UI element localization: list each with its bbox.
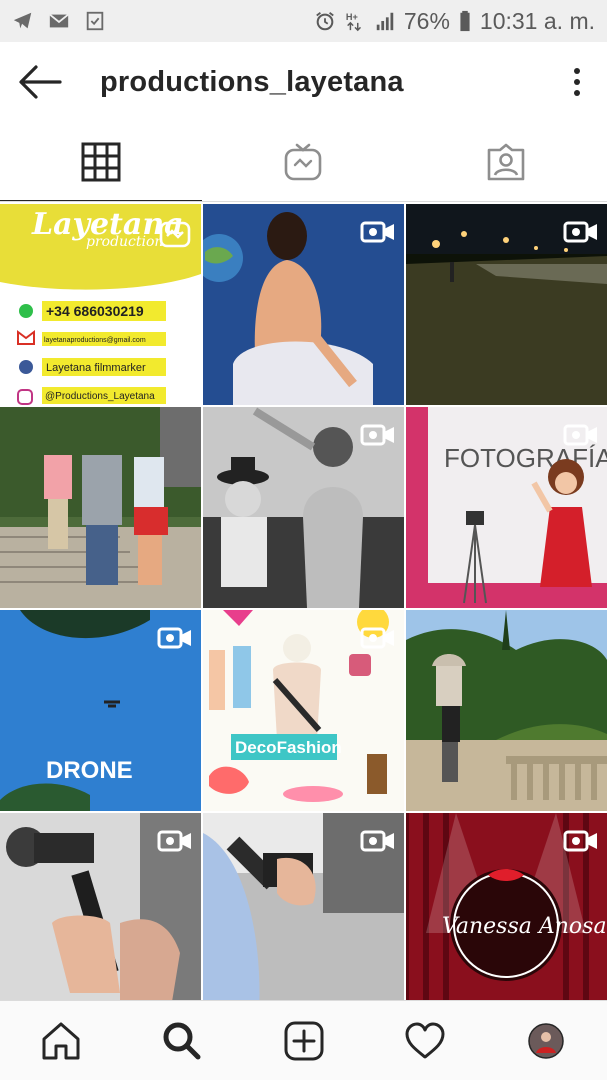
post-thumbnail-12[interactable]: Vanessa Anosa — [406, 813, 607, 1014]
tab-tagged[interactable] — [405, 122, 607, 202]
video-camera-icon — [157, 830, 191, 852]
nav-home[interactable] — [0, 1019, 121, 1063]
nav-profile[interactable] — [486, 1022, 607, 1059]
search-icon — [163, 1022, 201, 1059]
people-walking-image — [0, 407, 201, 608]
add-post-icon — [284, 1021, 324, 1060]
video-camera-icon — [563, 830, 597, 852]
back-arrow-icon — [19, 65, 62, 99]
video-camera-icon — [360, 221, 394, 243]
home-icon — [42, 1022, 80, 1059]
video-camera-icon — [360, 830, 394, 852]
curtain-logo-text: Vanessa Anosa — [442, 914, 607, 939]
more-options-button[interactable] — [547, 42, 607, 122]
card-phone: +34 686030219 — [46, 303, 144, 319]
more-vertical-icon — [574, 68, 580, 96]
nav-search[interactable] — [121, 1019, 242, 1063]
drone-text: DRONE — [46, 757, 133, 784]
profile-avatar — [528, 1022, 565, 1059]
post-thumbnail-11[interactable] — [203, 813, 404, 1014]
checkbox-notification-icon — [86, 11, 104, 31]
telegram-icon — [13, 12, 32, 29]
grid-icon — [81, 142, 121, 182]
posts-grid: Layetana production +34 686030219 layeta… — [0, 204, 607, 1014]
tab-igtv[interactable] — [202, 122, 404, 202]
notification-icons — [12, 10, 106, 32]
post-thumbnail-4[interactable] — [0, 407, 201, 608]
post-thumbnail-8[interactable]: DecoFashion — [203, 610, 404, 811]
post-thumbnail-7[interactable]: DRONE — [0, 610, 201, 811]
video-camera-icon — [360, 424, 394, 446]
profile-tabs — [0, 122, 607, 202]
video-camera-icon — [157, 627, 191, 649]
post-thumbnail-5[interactable] — [203, 407, 404, 608]
park-filming-image — [406, 610, 607, 811]
tagged-icon — [487, 143, 525, 181]
video-camera-icon — [360, 627, 394, 649]
tabs-divider — [0, 201, 607, 202]
system-status: H+ 76% 10:31 a. m. — [314, 8, 595, 35]
card-subtitle: production — [86, 234, 163, 250]
status-bar: H+ 76% 10:31 a. m. — [0, 0, 607, 42]
post-thumbnail-10[interactable] — [0, 813, 201, 1014]
back-button[interactable] — [0, 42, 80, 122]
data-icon: H+ — [346, 12, 361, 32]
igtv-badge-icon — [159, 221, 191, 248]
card-facebook: Layetana filmmarker — [46, 362, 146, 374]
battery-percent: 76% — [403, 7, 450, 34]
post-thumbnail-3[interactable] — [406, 204, 607, 405]
alarm-icon — [316, 12, 334, 31]
card-email: layetanaproductions@gmail.com — [44, 337, 146, 344]
igtv-icon — [285, 143, 322, 181]
post-thumbnail-9[interactable] — [406, 610, 607, 811]
tab-grid[interactable] — [0, 122, 203, 202]
decofashion-text: DecoFashion — [235, 738, 342, 757]
gmail-icon — [49, 13, 69, 28]
clock: 10:31 a. m. — [479, 7, 595, 34]
video-camera-icon — [563, 221, 597, 243]
bottom-navigation — [0, 1000, 607, 1080]
video-camera-icon — [563, 424, 597, 446]
post-thumbnail-2[interactable] — [203, 204, 404, 405]
profile-header: productions_layetana — [0, 42, 607, 122]
activity-heart-icon — [405, 1022, 445, 1058]
signal-icon — [376, 12, 394, 31]
post-thumbnail-6[interactable]: FOTOGRAFÍA — [406, 407, 607, 608]
svg-text:H+: H+ — [346, 12, 358, 22]
nav-new-post[interactable] — [243, 1019, 364, 1063]
battery-icon — [460, 10, 470, 32]
profile-username: productions_layetana — [100, 65, 404, 98]
nav-activity[interactable] — [364, 1019, 485, 1063]
post-thumbnail-1[interactable]: Layetana production +34 686030219 layeta… — [0, 204, 201, 405]
card-instagram: @Productions_Layetana — [45, 391, 155, 402]
